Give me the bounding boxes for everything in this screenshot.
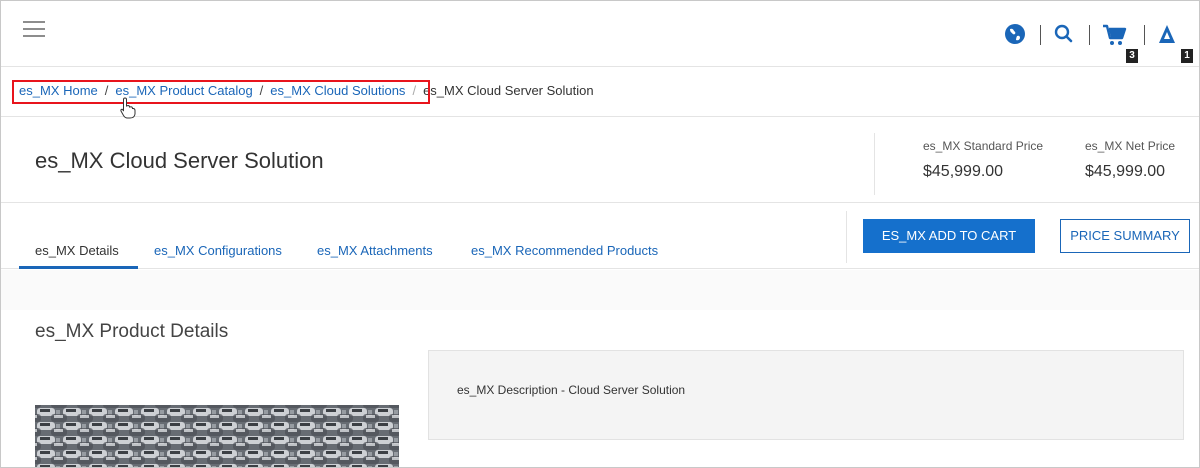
product-header: es_MX Cloud Server Solution es_MX Standa…: [1, 117, 1199, 203]
breadcrumb: es_MX Home / es_MX Product Catalog / es_…: [19, 83, 594, 98]
product-description: es_MX Description - Cloud Server Solutio…: [457, 383, 686, 397]
tab-recommended-products[interactable]: es_MX Recommended Products: [471, 243, 658, 258]
menu-icon[interactable]: [23, 21, 45, 37]
breadcrumb-separator: /: [412, 83, 417, 98]
tab-bar: es_MX Details es_MX Configurations es_MX…: [1, 203, 1199, 269]
toolbar-divider: [1040, 25, 1041, 45]
tab-configurations[interactable]: es_MX Configurations: [154, 243, 282, 258]
product-details-heading: es_MX Product Details: [35, 321, 229, 342]
divider: [846, 211, 847, 263]
net-price-label: es_MX Net Price: [1085, 139, 1176, 153]
app-window: 3 1 es_MX Home / es_MX Product Catalog /…: [0, 0, 1200, 468]
description-panel: es_MX Description - Cloud Server Solutio…: [428, 350, 1184, 440]
hand-cursor-icon: [119, 97, 137, 119]
add-to-cart-button[interactable]: ES_MX ADD TO CART: [863, 219, 1035, 253]
globe-icon[interactable]: [1004, 23, 1028, 47]
net-price-value: $45,999.00: [1085, 163, 1166, 180]
breadcrumb-product-catalog-link[interactable]: es_MX Product Catalog: [115, 83, 252, 98]
breadcrumb-cloud-solutions-link[interactable]: es_MX Cloud Solutions: [270, 83, 405, 98]
product-image: [35, 405, 399, 467]
standard-price-label: es_MX Standard Price: [923, 139, 1044, 153]
active-tab-indicator: [19, 266, 138, 269]
divider: [874, 133, 875, 195]
breadcrumb-separator: /: [259, 83, 264, 98]
page-title: es_MX Cloud Server Solution: [35, 148, 324, 173]
tab-details[interactable]: es_MX Details: [35, 243, 119, 258]
breadcrumb-home-link[interactable]: es_MX Home: [19, 83, 98, 98]
toolbar-divider: [1089, 25, 1090, 45]
account-notification-badge: 1: [1181, 49, 1193, 63]
cart-icon[interactable]: 3: [1102, 23, 1138, 63]
toolbar-divider: [1144, 25, 1145, 45]
tab-attachments[interactable]: es_MX Attachments: [317, 243, 433, 258]
breadcrumb-bar: es_MX Home / es_MX Product Catalog / es_…: [1, 67, 1199, 117]
section-spacer: [1, 270, 1199, 310]
price-summary-button[interactable]: PRICE SUMMARY: [1060, 219, 1190, 253]
top-navigation-bar: 3 1: [1, 1, 1199, 67]
cart-count-badge: 3: [1126, 49, 1138, 63]
top-icon-group: 3 1: [1004, 17, 1193, 63]
standard-price-value: $45,999.00: [923, 163, 1004, 180]
net-price-block: es_MX Net Price $45,999.00: [1085, 139, 1175, 181]
search-icon[interactable]: [1053, 23, 1077, 47]
standard-price-block: es_MX Standard Price $45,999.00: [923, 139, 1043, 181]
account-icon[interactable]: 1: [1157, 23, 1193, 63]
breadcrumb-current-page: es_MX Cloud Server Solution: [423, 83, 594, 98]
breadcrumb-separator: /: [104, 83, 109, 98]
